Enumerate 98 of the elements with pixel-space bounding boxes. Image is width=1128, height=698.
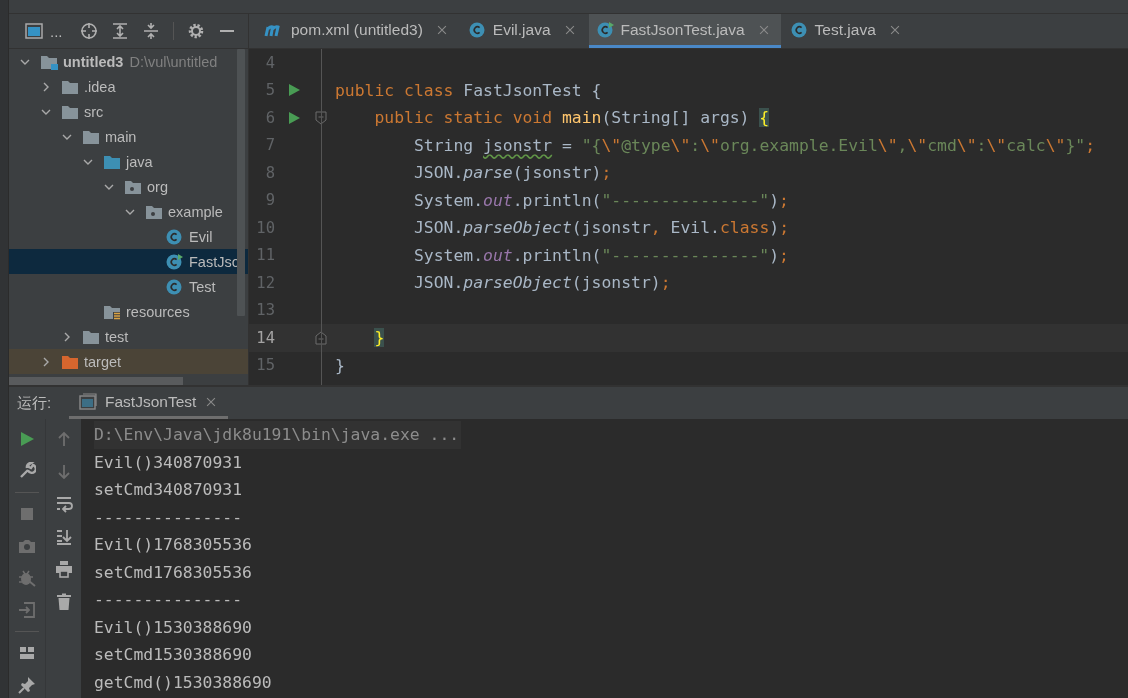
console-output: setCmd1768305536: [94, 561, 252, 584]
tree-item[interactable]: Test: [9, 274, 248, 299]
chevron-right-icon[interactable]: [41, 81, 51, 92]
trash-icon[interactable]: [54, 592, 73, 611]
tree-item[interactable]: example: [9, 199, 248, 224]
console-output: Evil()1530388690: [94, 616, 252, 639]
line-number: 7: [264, 136, 275, 155]
layout-icon[interactable]: [18, 644, 36, 662]
line-number: 11: [255, 246, 275, 265]
scroll-to-end-icon[interactable]: [54, 527, 73, 546]
runnable-class-icon: [596, 20, 615, 39]
class-icon: [468, 20, 487, 39]
run-icon[interactable]: [287, 110, 301, 125]
panel-title[interactable]: ...: [50, 22, 63, 40]
tree-item-label: main: [105, 128, 137, 145]
line-number: 8: [264, 163, 275, 182]
module-folder-icon: [40, 53, 58, 70]
tree-item[interactable]: main: [9, 124, 248, 149]
tree-item-label: org: [147, 178, 168, 195]
console-output: Evil()340870931: [94, 451, 243, 474]
console-output: setCmd1530388690: [94, 644, 252, 666]
module-path: D:\vul\untitled: [129, 53, 218, 70]
line-number: 9: [264, 191, 275, 210]
console-output: ---------------: [94, 589, 243, 611]
tree-item-label: resources: [126, 303, 190, 320]
tree-item[interactable]: test: [9, 324, 248, 349]
folder-icon: [82, 328, 100, 345]
tree-item-label: untitled3: [63, 53, 124, 70]
tree-item[interactable]: resources: [9, 299, 248, 324]
tree-item[interactable]: org: [9, 174, 248, 199]
code-line: System.out.println("---------------");: [412, 190, 789, 210]
tree-item-label: Test: [189, 278, 216, 295]
resources-folder-icon: [103, 303, 121, 320]
package-icon: [145, 203, 163, 220]
code-line: JSON.parse(jsonstr);: [412, 163, 612, 183]
editor-tab[interactable]: pom.xml (untitled3): [255, 14, 459, 48]
expand-all-icon[interactable]: [110, 22, 129, 40]
line-number: 14: [255, 328, 275, 347]
pin-icon[interactable]: [18, 676, 36, 694]
collapse-all-icon[interactable]: [141, 22, 160, 40]
chevron-right-icon[interactable]: [62, 331, 72, 342]
folder-icon: [103, 153, 121, 170]
line-number: 4: [264, 53, 275, 72]
run-icon[interactable]: [287, 83, 301, 98]
console-output: setCmd340870931: [94, 479, 243, 501]
code-line: }: [335, 355, 345, 375]
code-line: public static void main(String[] args) {: [373, 108, 770, 128]
code-line: System.out.println("---------------");: [412, 245, 789, 265]
folder-icon: [61, 78, 79, 95]
line-number: 5: [264, 81, 275, 100]
project-view-icon[interactable]: [25, 22, 43, 40]
folder-icon: [82, 128, 100, 145]
tree-item[interactable]: src: [9, 99, 248, 124]
class-icon: [790, 20, 809, 39]
wrench-icon[interactable]: [18, 462, 36, 480]
class-icon: [166, 277, 184, 296]
code-line: JSON.parseObject(jsonstr, Evil.class);: [412, 218, 789, 238]
tree-item-label: src: [84, 103, 104, 120]
tree-item[interactable]: Evil: [9, 224, 248, 249]
run-icon[interactable]: [18, 430, 36, 448]
scrollbar[interactable]: [237, 49, 245, 316]
soft-wrap-icon[interactable]: [54, 495, 73, 513]
tree-item[interactable]: untitled3 D:\vul\untitled: [9, 49, 248, 74]
editor-tab[interactable]: Evil.java: [460, 14, 587, 48]
code-line: JSON.parseObject(jsonstr);: [412, 273, 671, 293]
tree-item-label: example: [168, 203, 223, 220]
line-number: 15: [255, 356, 275, 375]
line-number: 10: [255, 218, 275, 237]
tree-item[interactable]: target: [9, 349, 248, 374]
console-output: ---------------: [94, 506, 243, 529]
print-icon[interactable]: [54, 560, 73, 578]
folder-icon: [61, 103, 79, 120]
console-output: getCmd()1530388690: [94, 671, 272, 694]
code-line: public class FastJsonTest {: [335, 80, 602, 100]
chevron-right-icon[interactable]: [41, 356, 51, 367]
tree-item-label: .idea: [84, 78, 116, 95]
tree-item-label: target: [84, 353, 122, 370]
tree-item[interactable]: java: [9, 149, 248, 174]
scrollbar[interactable]: [9, 377, 183, 385]
package-icon: [124, 178, 142, 195]
crosshair-icon[interactable]: [79, 22, 98, 40]
console-output: Evil()1768305536: [94, 534, 252, 556]
settings-icon[interactable]: [186, 22, 205, 40]
folder-icon: [61, 353, 79, 370]
tree-item[interactable]: .idea: [9, 74, 248, 99]
editor-tab[interactable]: FastJsonTest.java: [588, 14, 781, 48]
tree-item-label: Evil: [189, 228, 213, 245]
tree-item-label: java: [126, 153, 153, 170]
line-number: 13: [255, 301, 275, 320]
editor-tab[interactable]: Test.java: [782, 14, 912, 48]
class-icon: [166, 227, 184, 246]
console-window-icon: [79, 392, 97, 411]
run-label: 运行:: [17, 393, 53, 413]
tree-item-label: test: [105, 328, 129, 345]
runnable-class-icon: [166, 252, 184, 271]
line-number: 12: [255, 273, 275, 292]
code-line: String jsonstr = "{\"@type\":\"org.example.Evil\",\"cmd\":\"calc\"}";: [412, 135, 1096, 155]
line-number: 6: [264, 108, 275, 127]
